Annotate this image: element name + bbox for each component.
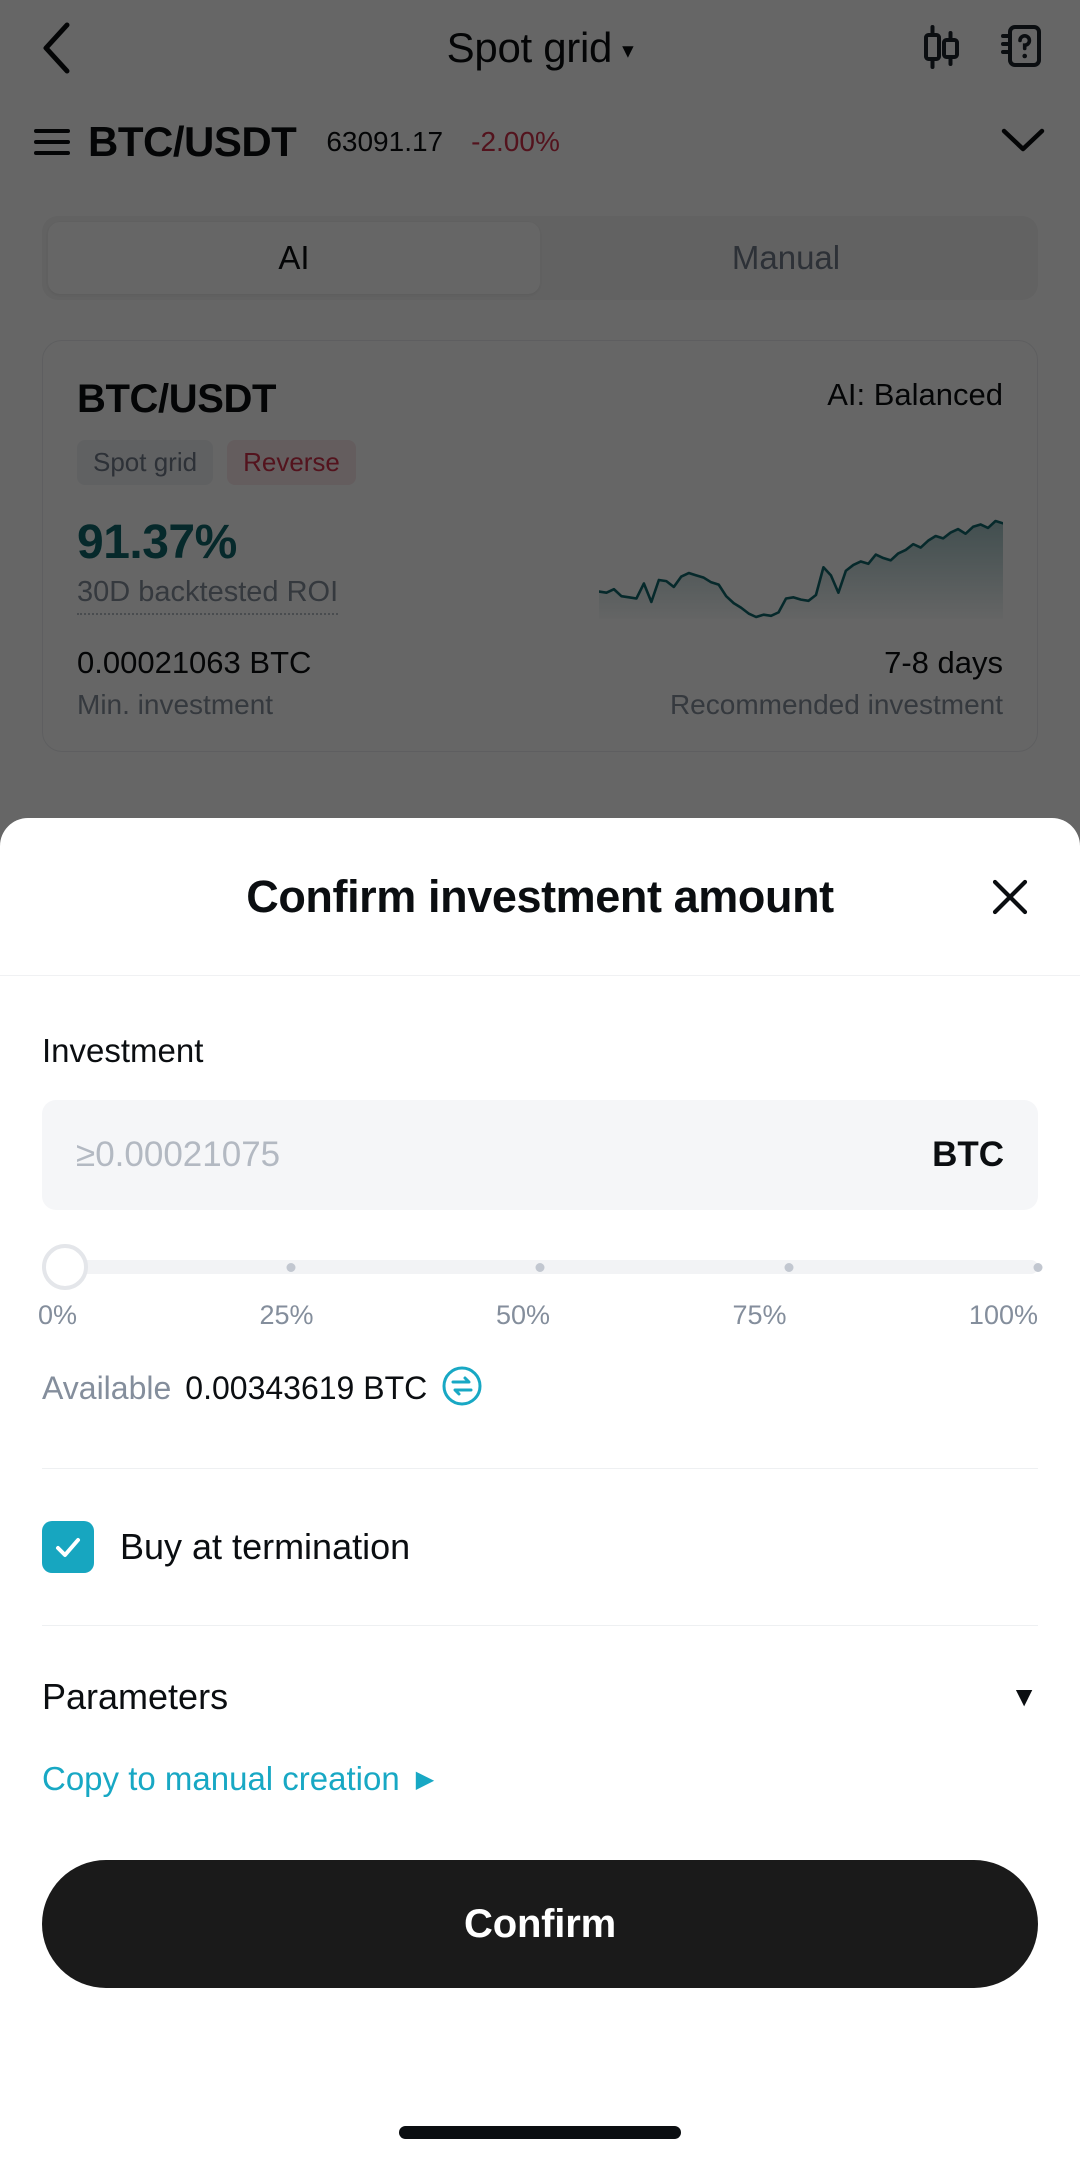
investment-percent-slider[interactable] [42, 1244, 1043, 1290]
copy-to-manual-creation-link[interactable]: Copy to manual creation ▶ [42, 1760, 1038, 1798]
sheet-title: Confirm investment amount [246, 870, 834, 922]
investment-label: Investment [42, 1032, 204, 1069]
parameters-row[interactable]: Parameters ▼ [42, 1626, 1038, 1718]
available-balance-row: Available 0.00343619 BTC [42, 1365, 1038, 1412]
investment-amount-input[interactable] [76, 1135, 933, 1175]
slider-tick-dot-100 [1033, 1263, 1043, 1272]
slider-tick-dot-50 [535, 1263, 545, 1272]
confirm-investment-sheet: Confirm investment amount Investment BTC… [0, 818, 1080, 2179]
buy-at-termination-label: Buy at termination [120, 1526, 411, 1567]
slider-tick-labels: 0% 25% 50% 75% 100% [38, 1300, 1038, 1331]
swap-circle-icon[interactable] [441, 1365, 483, 1412]
slider-label-100[interactable]: 100% [969, 1300, 1038, 1331]
available-label: Available [42, 1370, 172, 1406]
slider-thumb[interactable] [42, 1244, 88, 1290]
slider-label-0[interactable]: 0% [38, 1300, 77, 1331]
slider-tick-dot-75 [784, 1263, 794, 1272]
slider-label-75[interactable]: 75% [732, 1300, 786, 1331]
chevron-down-icon[interactable]: ▼ [1010, 1681, 1038, 1713]
confirm-button[interactable]: Confirm [42, 1860, 1038, 1988]
check-icon [56, 1538, 80, 1557]
top-bar-actions [916, 21, 1046, 76]
investment-currency-unit: BTC [932, 1135, 1004, 1174]
sheet-body: Investment BTC 0% 25% 50% 75% 100% Avail… [0, 976, 1080, 1988]
sheet-header: Confirm investment amount [0, 818, 1080, 976]
close-icon[interactable] [982, 869, 1038, 925]
slider-label-50[interactable]: 50% [496, 1300, 550, 1331]
buy-at-termination-row[interactable]: Buy at termination [42, 1469, 1038, 1625]
candlestick-chart-icon[interactable] [916, 21, 966, 76]
help-book-icon[interactable] [996, 21, 1046, 76]
buy-at-termination-checkbox[interactable] [42, 1521, 94, 1573]
slider-label-25[interactable]: 25% [259, 1300, 313, 1331]
chevron-right-icon: ▶ [415, 1765, 435, 1793]
home-indicator [399, 2126, 681, 2139]
investment-amount-field[interactable]: BTC [42, 1100, 1038, 1210]
parameters-label: Parameters [42, 1676, 229, 1717]
copy-to-manual-creation-label: Copy to manual creation [42, 1760, 400, 1797]
slider-tick-dot-25 [286, 1263, 296, 1272]
available-value: 0.00343619 BTC [185, 1370, 428, 1406]
